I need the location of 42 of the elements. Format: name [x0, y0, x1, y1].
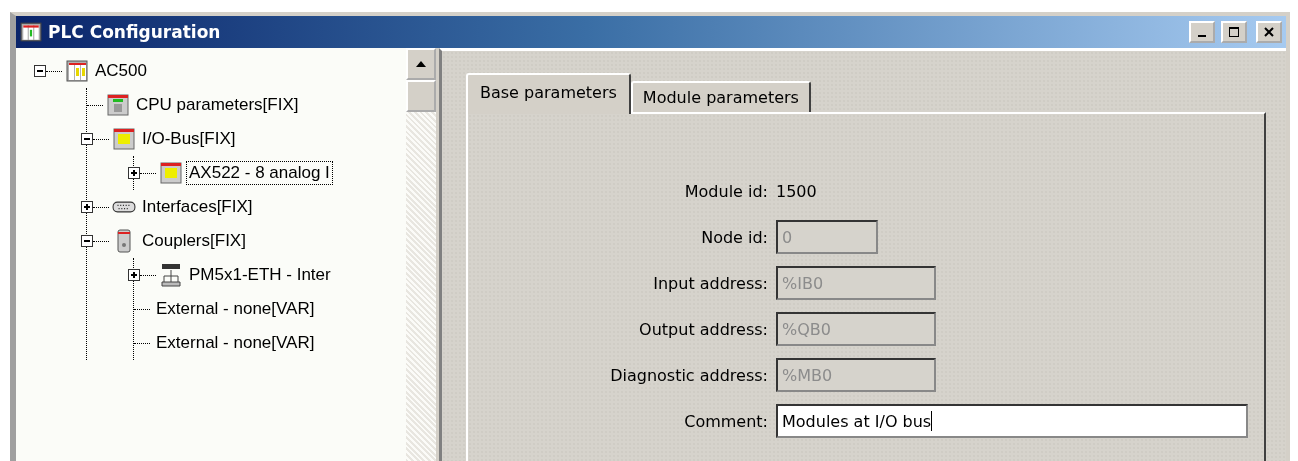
tab[interactable]: Module parameters: [630, 81, 811, 112]
maximize-button[interactable]: [1221, 21, 1247, 43]
expand-toggle[interactable]: [128, 167, 140, 179]
tree-item[interactable]: CPU parameters[FIX]: [133, 93, 302, 117]
input-field[interactable]: Modules at I/O bus: [776, 404, 1248, 438]
window-title: PLC Configuration: [48, 22, 221, 42]
collapse-toggle[interactable]: [81, 133, 93, 145]
expand-toggle[interactable]: [128, 269, 140, 281]
module-id-value: 1500: [776, 181, 817, 201]
tree-item[interactable]: Interfaces[FIX]: [139, 195, 256, 219]
close-button[interactable]: [1256, 21, 1282, 43]
tree-item[interactable]: External - none[VAR]: [153, 331, 318, 355]
rack-icon: [20, 21, 42, 43]
network-icon: [159, 263, 183, 287]
minimize-button[interactable]: [1189, 21, 1215, 43]
tree-item[interactable]: Couplers[FIX]: [139, 229, 249, 253]
minimize-icon: [1198, 35, 1206, 37]
up-arrow-icon: [416, 61, 426, 67]
scroll-up-button[interactable]: [406, 48, 436, 80]
tree-item[interactable]: External - none[VAR]: [153, 297, 318, 321]
field-label: Diagnostic address:: [609, 365, 768, 385]
field-label: Node id:: [700, 227, 768, 247]
field-label: Module id:: [683, 181, 768, 201]
field-label: Comment:: [683, 411, 768, 431]
maximize-icon: [1228, 26, 1240, 38]
io-module-icon: [159, 161, 183, 185]
tree-item[interactable]: AC500: [92, 59, 150, 83]
tree-item[interactable]: I/O-Bus[FIX]: [139, 127, 239, 151]
cpu-module-icon: [106, 93, 130, 117]
io-module-icon: [112, 127, 136, 151]
scroll-thumb[interactable]: [406, 80, 436, 112]
tree-item[interactable]: PM5x1-ETH - Inter: [186, 263, 334, 287]
field-label: Output address:: [638, 319, 768, 339]
field-label: Input address:: [652, 273, 768, 293]
tree-item[interactable]: AX522 - 8 analog I: [186, 161, 333, 185]
rack-icon: [65, 59, 89, 83]
tab[interactable]: Base parameters: [466, 73, 631, 114]
close-icon: [1263, 26, 1275, 38]
expand-toggle[interactable]: [81, 201, 93, 213]
scrollbar[interactable]: [406, 48, 436, 461]
collapse-toggle[interactable]: [81, 235, 93, 247]
collapse-toggle[interactable]: [34, 65, 46, 77]
